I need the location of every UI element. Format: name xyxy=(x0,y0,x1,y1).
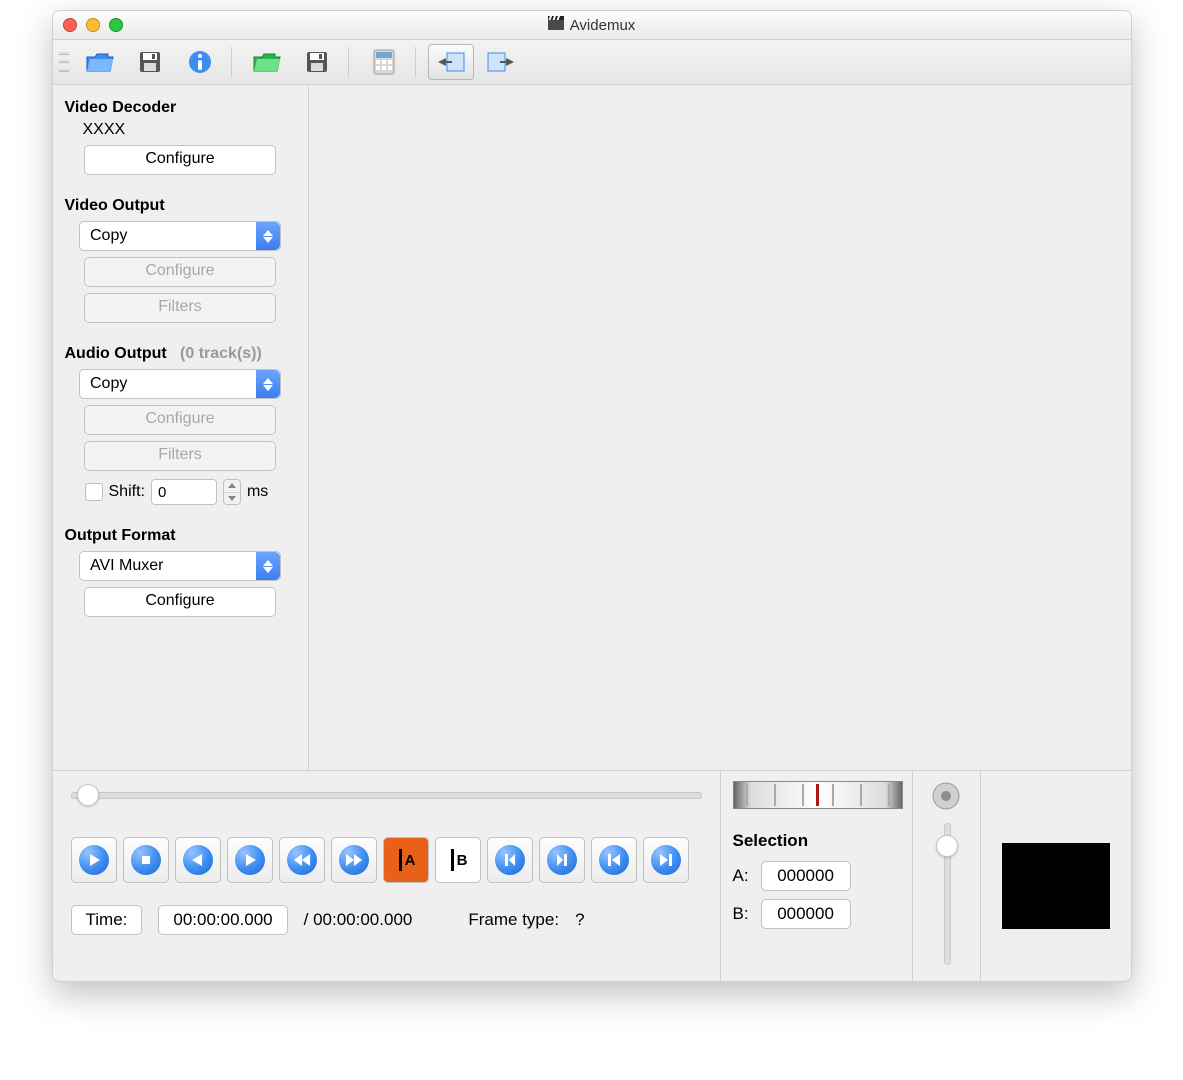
import-button[interactable] xyxy=(428,44,474,80)
frame-type-label: Frame type: xyxy=(468,910,559,930)
output-format-select-value: AVI Muxer xyxy=(90,557,164,575)
play-button[interactable] xyxy=(71,837,117,883)
video-decoder-section: Video Decoder XXXX Configure xyxy=(65,99,296,175)
shift-checkbox[interactable] xyxy=(85,483,103,501)
chevron-down-icon xyxy=(224,492,240,505)
prev-frame-button[interactable] xyxy=(175,837,221,883)
go-to-start-button[interactable] xyxy=(591,837,637,883)
video-preview-area xyxy=(309,85,1131,770)
video-output-configure-button: Configure xyxy=(84,257,276,287)
window-title: Avidemux xyxy=(53,16,1131,34)
output-format-configure-button[interactable]: Configure xyxy=(84,587,276,617)
audio-output-select[interactable]: Copy xyxy=(79,369,281,399)
timeline-slider[interactable] xyxy=(71,783,702,805)
bottom-panel: A B Time: 00:00:00.000 / 00:00:00.000 Fr… xyxy=(53,770,1131,981)
next-keyframe-button[interactable] xyxy=(331,837,377,883)
speaker-icon[interactable] xyxy=(931,781,961,811)
set-marker-b-button[interactable]: B xyxy=(435,837,481,883)
shift-stepper[interactable] xyxy=(223,479,241,505)
video-decoder-title: Video Decoder xyxy=(65,99,296,117)
go-to-end-button[interactable] xyxy=(643,837,689,883)
timeline-thumb[interactable] xyxy=(77,784,99,806)
calculator-button[interactable] xyxy=(361,44,407,80)
info-button[interactable] xyxy=(177,44,223,80)
chevron-up-down-icon xyxy=(256,222,280,250)
jog-wheel[interactable] xyxy=(733,781,903,809)
audio-output-tracks-label: (0 track(s)) xyxy=(180,345,262,362)
audio-output-select-value: Copy xyxy=(90,375,127,393)
volume-thumb[interactable] xyxy=(936,835,958,857)
frame-type-value: ? xyxy=(575,910,584,930)
selection-b-label: B: xyxy=(733,904,749,924)
audio-output-section: Audio Output (0 track(s)) Copy Configure… xyxy=(65,345,296,505)
prev-keyframe-button[interactable] xyxy=(279,837,325,883)
clapperboard-icon xyxy=(548,16,564,34)
mini-preview xyxy=(1002,843,1110,929)
close-window-button[interactable] xyxy=(63,18,77,32)
output-format-section: Output Format AVI Muxer Configure xyxy=(65,527,296,617)
audio-output-filters-button: Filters xyxy=(84,441,276,471)
selection-a-value: 000000 xyxy=(761,861,851,891)
shift-value-input[interactable]: 0 xyxy=(151,479,217,505)
chevron-up-down-icon xyxy=(256,370,280,398)
video-output-select[interactable]: Copy xyxy=(79,221,281,251)
set-marker-a-button[interactable]: A xyxy=(383,837,429,883)
project-open-button[interactable] xyxy=(244,44,290,80)
audio-output-configure-button: Configure xyxy=(84,405,276,435)
mini-preview-panel xyxy=(980,771,1131,981)
next-frame-button[interactable] xyxy=(227,837,273,883)
stop-button[interactable] xyxy=(123,837,169,883)
app-window: Avidemux xyxy=(52,10,1132,982)
chevron-up-down-icon xyxy=(256,552,280,580)
video-output-title: Video Output xyxy=(65,197,296,215)
sidebar: Video Decoder XXXX Configure Video Outpu… xyxy=(53,85,309,770)
shift-unit-label: ms xyxy=(247,483,268,501)
export-button[interactable] xyxy=(478,44,524,80)
go-to-marker-a-button[interactable] xyxy=(487,837,533,883)
video-decoder-configure-button[interactable]: Configure xyxy=(84,145,276,175)
audio-output-title: Audio Output (0 track(s)) xyxy=(65,345,296,363)
time-value[interactable]: 00:00:00.000 xyxy=(158,905,287,935)
time-total: / 00:00:00.000 xyxy=(304,910,413,930)
toolbar xyxy=(53,40,1131,85)
video-decoder-value: XXXX xyxy=(83,121,296,139)
selection-title: Selection xyxy=(733,831,900,851)
selection-a-label: A: xyxy=(733,866,749,886)
zoom-window-button[interactable] xyxy=(109,18,123,32)
volume-panel xyxy=(912,771,980,981)
output-format-title: Output Format xyxy=(65,527,296,545)
open-file-button[interactable] xyxy=(77,44,123,80)
titlebar: Avidemux xyxy=(53,11,1131,40)
selection-b-value: 000000 xyxy=(761,899,851,929)
video-output-filters-button: Filters xyxy=(84,293,276,323)
time-label: Time: xyxy=(71,905,143,935)
go-to-marker-b-button[interactable] xyxy=(539,837,585,883)
volume-slider[interactable] xyxy=(935,823,957,971)
toolbar-grip[interactable] xyxy=(59,49,69,75)
output-format-select[interactable]: AVI Muxer xyxy=(79,551,281,581)
chevron-up-icon xyxy=(224,480,240,492)
save-file-button[interactable] xyxy=(127,44,173,80)
project-save-button[interactable] xyxy=(294,44,340,80)
video-output-select-value: Copy xyxy=(90,227,127,245)
selection-panel: Selection A: 000000 B: 000000 xyxy=(720,771,912,981)
shift-label: Shift: xyxy=(109,483,145,501)
video-output-section: Video Output Copy Configure Filters xyxy=(65,197,296,323)
minimize-window-button[interactable] xyxy=(86,18,100,32)
